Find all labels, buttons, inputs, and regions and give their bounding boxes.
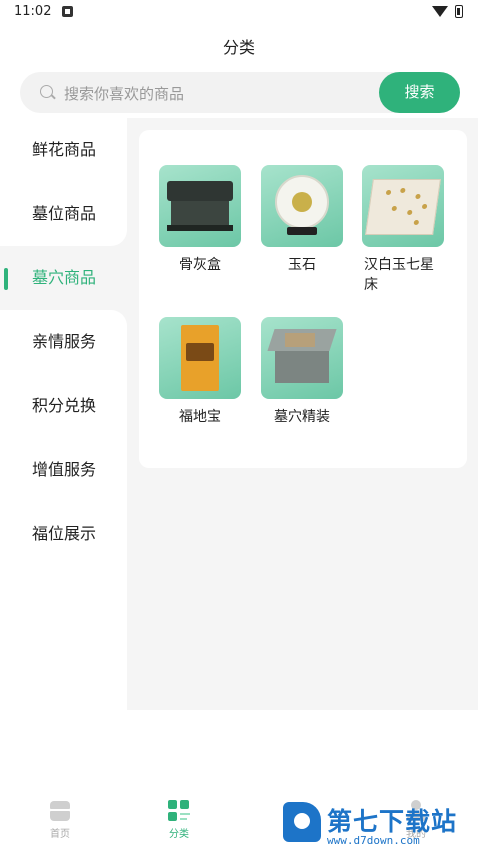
tab-category[interactable]: 分类 bbox=[149, 800, 209, 840]
watermark-url: www.d7down.com bbox=[327, 834, 420, 847]
product-fudibao[interactable]: 福地宝 bbox=[159, 317, 241, 427]
sidebar-item-label: 积分兑换 bbox=[32, 396, 97, 415]
tab-label: 首页 bbox=[50, 829, 70, 840]
sidebar-item-grave-plots[interactable]: 墓位商品 bbox=[0, 182, 127, 246]
sidebar-item-niche-display[interactable]: 福位展示 bbox=[0, 502, 127, 710]
fudibao-bag-icon bbox=[181, 325, 219, 391]
battery-icon bbox=[455, 5, 463, 18]
tomb-box-icon bbox=[267, 329, 337, 385]
notification-icon bbox=[62, 6, 73, 17]
tab-label: 分类 bbox=[169, 829, 189, 840]
product-tomb-finishing[interactable]: 墓穴精装 bbox=[261, 317, 343, 427]
product-image bbox=[362, 165, 444, 247]
page-title: 分类 bbox=[222, 38, 255, 57]
category-sidebar: 鲜花商品 墓位商品 墓穴商品 亲情服务 积分兑换 增值服务 福位展示 bbox=[0, 118, 127, 710]
product-label: 墓穴精装 bbox=[274, 409, 330, 425]
search-input[interactable]: 搜索你喜欢的商品 bbox=[64, 83, 184, 104]
sidebar-item-label: 墓穴商品 bbox=[32, 268, 97, 287]
product-label: 骨灰盒 bbox=[179, 257, 221, 273]
marble-bed-icon bbox=[365, 179, 441, 235]
tab-home[interactable]: 首页 bbox=[30, 800, 90, 840]
ash-box-icon bbox=[167, 181, 233, 231]
sidebar-item-tomb-products[interactable]: 墓穴商品 bbox=[0, 246, 127, 310]
sidebar-item-family-services[interactable]: 亲情服务 bbox=[0, 310, 127, 374]
category-icon bbox=[168, 800, 190, 822]
sidebar-item-label: 福位展示 bbox=[32, 524, 97, 543]
search-button[interactable]: 搜索 bbox=[379, 72, 460, 113]
search-icon bbox=[40, 85, 53, 98]
home-icon bbox=[49, 800, 71, 822]
status-time: 11:02 bbox=[14, 4, 52, 19]
sidebar-item-label: 亲情服务 bbox=[32, 332, 97, 351]
sidebar-item-value-added-services[interactable]: 增值服务 bbox=[0, 438, 127, 502]
sidebar-item-label: 增值服务 bbox=[32, 460, 97, 479]
product-marble-bed[interactable]: 汉白玉七星床 bbox=[362, 165, 444, 295]
product-label: 福地宝 bbox=[179, 409, 221, 425]
product-label: 玉石 bbox=[288, 257, 316, 273]
active-indicator bbox=[4, 268, 8, 290]
watermark-logo-icon bbox=[283, 802, 321, 842]
product-image bbox=[159, 317, 241, 399]
product-image bbox=[159, 165, 241, 247]
status-bar: 11:02 bbox=[0, 0, 478, 26]
watermark-text: 第七下载站 bbox=[327, 807, 458, 836]
jade-plate-icon bbox=[275, 175, 329, 229]
watermark: 第七下载站 www.d7down.com bbox=[283, 800, 478, 850]
wifi-icon bbox=[432, 6, 448, 17]
sidebar-item-label: 墓位商品 bbox=[32, 204, 97, 223]
product-image bbox=[261, 165, 343, 247]
search-bar[interactable]: 搜索你喜欢的商品 搜索 bbox=[20, 72, 460, 113]
product-label: 汉白玉七星床 bbox=[364, 257, 434, 293]
product-ash-box[interactable]: 骨灰盒 bbox=[159, 165, 241, 275]
sidebar-item-flowers[interactable]: 鲜花商品 bbox=[0, 118, 127, 182]
sidebar-item-label: 鲜花商品 bbox=[32, 140, 97, 159]
product-panel: 骨灰盒 玉石 汉白玉七星床 福地宝 墓穴精装 bbox=[139, 130, 467, 468]
product-image bbox=[261, 317, 343, 399]
sidebar-item-points-exchange[interactable]: 积分兑换 bbox=[0, 374, 127, 438]
product-jade[interactable]: 玉石 bbox=[261, 165, 343, 275]
